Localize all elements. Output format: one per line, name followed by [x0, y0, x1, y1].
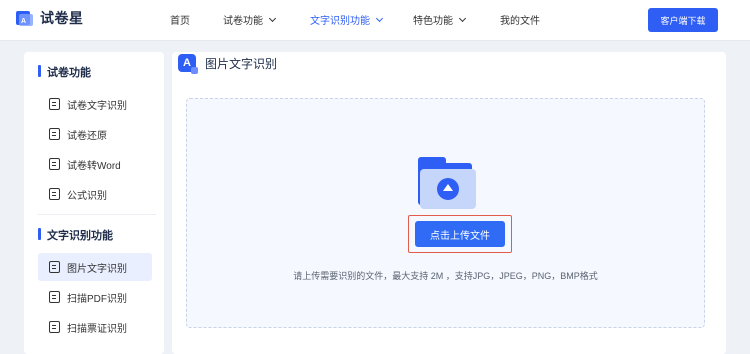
document-scan-icon: [49, 98, 60, 110]
sidebar-item-exam-to-word[interactable]: 试卷转Word: [38, 150, 152, 178]
sidebar-item-exam-text-recognition[interactable]: 试卷文字识别: [38, 90, 152, 118]
sidebar-item-image-text-recognition[interactable]: 图片文字识别: [38, 253, 152, 281]
upload-file-button[interactable]: 点击上传文件: [415, 221, 505, 247]
sidebar-item-exam-restore[interactable]: 试卷还原: [38, 120, 152, 148]
chevron-down-icon: [375, 14, 384, 22]
nav-item-label: 特色功能: [413, 16, 453, 27]
sidebar-item-label: 试卷文字识别: [67, 100, 127, 112]
main-content: A 图片文字识别 点击上传文件 请上传需要识别的文件，最大支持 2M ，支持JP…: [172, 52, 726, 354]
nav-item-label: 文字识别功能: [310, 16, 370, 27]
sidebar-section-title: 文字识别功能: [38, 227, 113, 243]
sidebar-item-label: 公式识别: [67, 190, 107, 202]
formula-icon: [49, 188, 60, 200]
sidebar-item-ticket-scan-recognition[interactable]: 扫描票证识别: [38, 313, 152, 341]
brand-name: 试卷星: [40, 10, 84, 26]
nav-item-label: 首页: [170, 16, 190, 27]
chevron-down-icon: [458, 14, 467, 22]
page-header: A 图片文字识别: [178, 54, 278, 74]
document-restore-icon: [49, 128, 60, 140]
sidebar-item-formula-recognition[interactable]: 公式识别: [38, 180, 152, 208]
image-text-icon: [49, 261, 60, 273]
chevron-down-icon: [268, 14, 277, 22]
logo[interactable]: A 试卷星: [14, 8, 84, 28]
svg-text:A: A: [21, 18, 26, 25]
upload-drop-zone[interactable]: 点击上传文件 请上传需要识别的文件，最大支持 2M ，支持JPG，JPEG，PN…: [186, 98, 705, 328]
sidebar-item-pdf-scan-recognition[interactable]: 扫描PDF识别: [38, 283, 152, 311]
image-text-icon: A: [178, 54, 198, 74]
sidebar-item-label: 试卷还原: [67, 130, 107, 142]
nav-item-my-files[interactable]: 我的文件: [500, 12, 540, 27]
sidebar: 试卷功能 试卷文字识别 试卷还原 试卷转Word 公式识别 文字识别功能 图片文…: [24, 52, 164, 354]
nav-item-ocr-features[interactable]: 文字识别功能: [310, 12, 384, 27]
document-word-icon: [49, 158, 60, 170]
top-navigation-bar: A 试卷星 首页 试卷功能 文字识别功能 特色功能 我的文件 客户端下载: [0, 0, 750, 41]
nav-item-label: 我的文件: [500, 16, 540, 27]
nav-item-exam-features[interactable]: 试卷功能: [223, 12, 277, 27]
nav-item-special-features[interactable]: 特色功能: [413, 12, 467, 27]
nav-item-home[interactable]: 首页: [170, 12, 190, 27]
upload-hint: 请上传需要识别的文件，最大支持 2M ，支持JPG，JPEG，PNG，BMP格式: [293, 271, 598, 281]
sidebar-item-label: 图片文字识别: [67, 263, 127, 275]
ticket-scan-icon: [49, 321, 60, 333]
page-title: 图片文字识别: [205, 56, 278, 71]
pdf-scan-icon: [49, 291, 60, 303]
sidebar-item-label: 试卷转Word: [67, 160, 121, 172]
sidebar-item-label: 扫描PDF识别: [67, 293, 127, 305]
nav-item-label: 试卷功能: [223, 16, 263, 27]
folder-upload-icon: [416, 157, 476, 209]
client-download-button[interactable]: 客户端下载: [648, 8, 718, 32]
sidebar-section-title: 试卷功能: [38, 64, 91, 80]
logo-icon: A: [16, 11, 33, 26]
sidebar-divider: [38, 214, 156, 215]
upload-arrow-icon: [437, 178, 459, 200]
sidebar-item-label: 扫描票证识别: [67, 323, 127, 335]
